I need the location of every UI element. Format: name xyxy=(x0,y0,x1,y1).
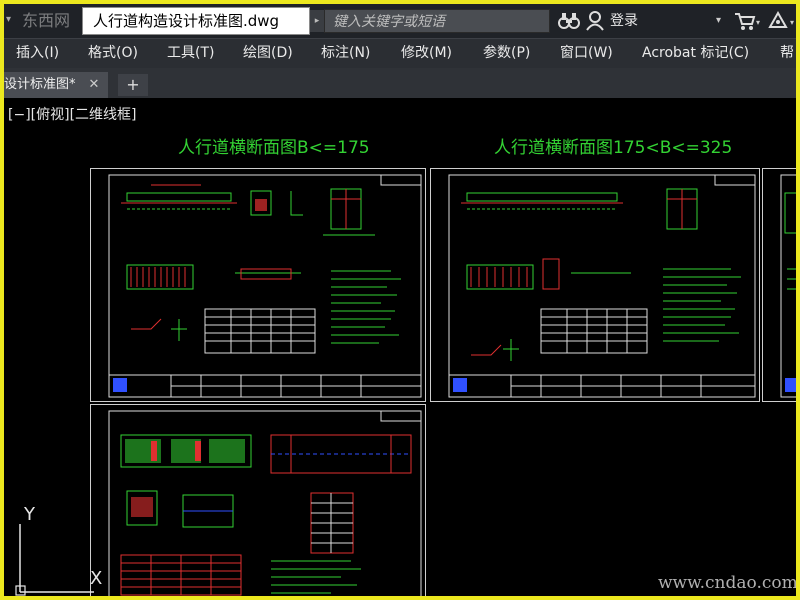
sheet-title-1: 人行道横断面图B<=175 xyxy=(178,138,370,158)
binoculars-icon[interactable] xyxy=(558,12,580,30)
sheet-3-drawing xyxy=(780,174,796,398)
menu-modify[interactable]: 修改(M) xyxy=(401,39,452,68)
search-input[interactable] xyxy=(325,10,555,34)
sheet-1-drawing xyxy=(108,174,422,398)
drawing-canvas[interactable]: 人行道横断面图B<=175 人行道横断面图175<B<=325 Y X xyxy=(4,128,796,596)
menu-window[interactable]: 窗口(W) xyxy=(560,39,613,68)
sheet-title-2: 人行道横断面图175<B<=325 xyxy=(494,138,733,158)
sheet-2-drawing xyxy=(448,174,756,398)
chevron-down-icon[interactable]: ▾ xyxy=(756,19,760,27)
application-window: ▾ 东西网 人行道构造设计标准图.dwg ▸ 登录 ▾ xyxy=(4,4,796,596)
search-expand-button[interactable]: ▸ xyxy=(310,10,324,32)
title-bar: ▾ 东西网 人行道构造设计标准图.dwg ▸ 登录 ▾ xyxy=(4,4,796,38)
layout-sheet-2[interactable] xyxy=(430,168,760,402)
menu-insert[interactable]: 插入(I) xyxy=(16,39,59,68)
login-button[interactable]: 登录 xyxy=(610,11,638,31)
file-tab-bar: 设计标准图* ✕ + xyxy=(4,68,796,98)
layout-sheet-3[interactable] xyxy=(762,168,796,402)
app-logo: 东西网 xyxy=(22,11,71,30)
ucs-x-label: X xyxy=(90,568,103,589)
menu-parametric[interactable]: 参数(P) xyxy=(483,39,530,68)
menu-help[interactable]: 帮 xyxy=(780,39,794,68)
tab-label: 设计标准图* xyxy=(4,77,76,92)
layout-sheet-1[interactable] xyxy=(90,168,426,402)
ucs-icon: Y X xyxy=(14,504,114,596)
sheet-4-drawing xyxy=(108,410,422,596)
new-tab-button[interactable]: + xyxy=(118,74,148,96)
menu-acrobat-markup[interactable]: Acrobat 标记(C) xyxy=(642,39,749,68)
menu-dimension[interactable]: 标注(N) xyxy=(321,39,370,68)
ucs-y-label: Y xyxy=(24,504,35,525)
menu-draw[interactable]: 绘图(D) xyxy=(243,39,293,68)
menu-tools[interactable]: 工具(T) xyxy=(167,39,214,68)
chevron-down-icon[interactable]: ▾ xyxy=(716,13,721,29)
close-icon[interactable]: ✕ xyxy=(86,72,102,98)
tab-drawing[interactable]: 设计标准图* ✕ xyxy=(4,72,108,98)
menu-format[interactable]: 格式(O) xyxy=(88,39,138,68)
watermark: www.cndao.com xyxy=(658,573,796,593)
menu-bar: 插入(I) 格式(O) 工具(T) 绘图(D) 标注(N) 修改(M) 参数(P… xyxy=(4,38,796,68)
search-box xyxy=(324,9,555,34)
quick-access-menu-button[interactable]: ▾ xyxy=(6,13,18,27)
cart-icon[interactable] xyxy=(734,11,756,31)
document-title: 人行道构造设计标准图.dwg xyxy=(93,12,280,30)
layout-sheet-4[interactable] xyxy=(90,404,426,596)
user-icon[interactable] xyxy=(586,11,604,31)
viewport-controls[interactable]: [−][俯视][二维线框] xyxy=(8,104,137,126)
network-icon[interactable] xyxy=(768,10,788,31)
chevron-down-icon[interactable]: ▾ xyxy=(790,19,794,27)
document-title-field: 人行道构造设计标准图.dwg xyxy=(82,7,310,35)
